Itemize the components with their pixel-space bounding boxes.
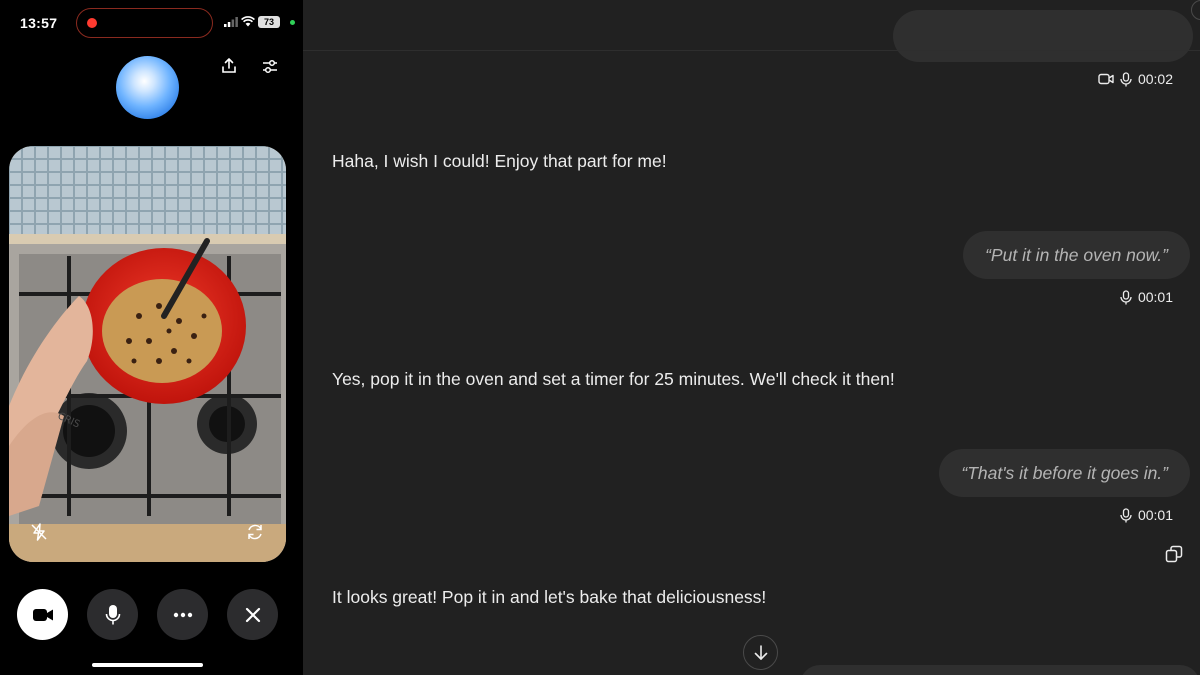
- edge-button-partial[interactable]: [1191, 0, 1200, 20]
- home-indicator: [92, 663, 203, 667]
- switch-camera-icon[interactable]: [245, 522, 265, 542]
- camera-preview: CRIS: [9, 146, 286, 562]
- app-root: 13:57 73 CRIS 00:02 Haha, I wish I could…: [0, 0, 1200, 675]
- status-time: 13:57: [20, 15, 58, 31]
- user-bubble-partial: [893, 10, 1193, 62]
- microphone-icon: [1120, 71, 1132, 86]
- sliders-icon[interactable]: [260, 56, 280, 76]
- chat-transcript: 00:02 Haha, I wish I could! Enjoy that p…: [303, 0, 1200, 675]
- message-meta: 00:02: [1098, 71, 1173, 87]
- message-duration: 00:02: [1137, 71, 1173, 87]
- message-meta: 00:01: [1120, 289, 1173, 305]
- assistant-message: Yes, pop it in the oven and set a timer …: [332, 369, 895, 389]
- mic-button[interactable]: [87, 589, 138, 640]
- close-icon: [245, 607, 260, 622]
- video-camera-icon: [32, 608, 53, 621]
- video-button[interactable]: [17, 589, 68, 640]
- battery-indicator: 73: [258, 16, 280, 28]
- user-message-bubble: “That's it before it goes in.”: [939, 449, 1190, 497]
- message-duration: 00:01: [1137, 507, 1173, 523]
- user-bubble-partial: [800, 665, 1200, 675]
- arrow-down-icon: [754, 644, 767, 660]
- signal-icon: [224, 17, 238, 27]
- user-message-text: “That's it before it goes in.”: [961, 462, 1168, 483]
- flash-off-icon[interactable]: [29, 522, 49, 542]
- recording-indicator: [87, 18, 97, 28]
- more-button[interactable]: [157, 589, 208, 640]
- microphone-icon: [105, 604, 120, 624]
- assistant-message: It looks great! Pop it in and let's bake…: [332, 587, 767, 607]
- scroll-down-button[interactable]: [743, 635, 778, 670]
- share-icon[interactable]: [219, 56, 239, 76]
- more-dots-icon: [173, 612, 192, 617]
- wifi-icon: [241, 16, 255, 27]
- user-message-text: “Put it in the oven now.”: [985, 244, 1168, 265]
- microphone-icon: [1120, 289, 1132, 304]
- copy-icon[interactable]: [1165, 545, 1183, 563]
- message-duration: 00:01: [1137, 289, 1173, 305]
- dynamic-island: [76, 8, 213, 38]
- voice-orb: [116, 56, 179, 119]
- microphone-icon: [1120, 507, 1132, 522]
- camera-feed-image: CRIS: [9, 146, 286, 562]
- video-camera-icon: [1098, 73, 1114, 85]
- phone-panel: 13:57 73 CRIS: [0, 0, 303, 675]
- header-divider: [303, 50, 1200, 51]
- end-button[interactable]: [227, 589, 278, 640]
- user-message-bubble: “Put it in the oven now.”: [963, 231, 1190, 279]
- camera-in-use-dot: [290, 20, 295, 25]
- assistant-message: Haha, I wish I could! Enjoy that part fo…: [332, 151, 667, 171]
- message-meta: 00:01: [1120, 507, 1173, 523]
